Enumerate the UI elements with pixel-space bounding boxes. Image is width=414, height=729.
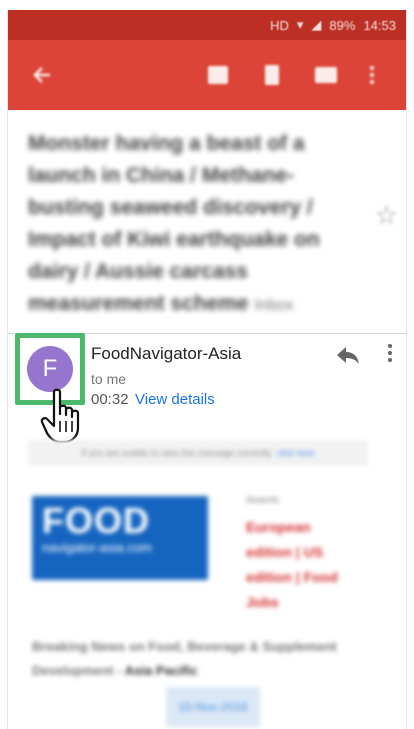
avatar[interactable]: F [27, 346, 73, 392]
subject-header: Monster having a beast of a launch in Ch… [8, 110, 406, 334]
delete-icon[interactable] [252, 55, 292, 95]
hand-pointer-icon [40, 388, 80, 444]
mail-icon[interactable] [306, 55, 346, 95]
status-bar: HD ▾ ◢ 89% 14:53 [8, 10, 406, 40]
awards-label: Awards [246, 495, 280, 506]
more-vert-icon[interactable] [352, 55, 392, 95]
edition-links[interactable]: European edition | US edition | Food Job… [246, 515, 356, 615]
toolbar [8, 40, 406, 110]
network-indicator: HD [270, 17, 289, 33]
recipient-label: to me [91, 371, 127, 387]
archive-icon[interactable] [198, 55, 238, 95]
battery-level: 89% [329, 17, 356, 33]
email-subject: Monster having a beast of a launch in Ch… [28, 132, 320, 315]
wifi-icon: ▾ [296, 17, 304, 32]
clock: 14:53 [363, 17, 396, 33]
foodnavigator-logo[interactable]: FOOD navigator-asia.com [32, 496, 208, 580]
reply-icon[interactable] [335, 344, 361, 366]
signal-icon: ◢ [311, 17, 322, 32]
star-icon[interactable]: ☆ [375, 200, 398, 231]
view-details-link[interactable]: View details [135, 391, 215, 408]
inbox-label: Inbox [254, 297, 294, 314]
newsletter-headline: Breaking News on Food, Beverage & Supple… [32, 639, 337, 678]
back-arrow-icon[interactable] [22, 55, 62, 95]
email-time: 00:32 [91, 391, 129, 408]
email-screen: HD ▾ ◢ 89% 14:53 Monster having a beast … [7, 10, 407, 729]
view-online-notice: If you are unable to view this message c… [28, 440, 368, 466]
sender-name: FoodNavigator-Asia [91, 344, 242, 363]
date-badge: 15-Nov-2016 [166, 687, 260, 727]
more-vert-icon[interactable] [388, 344, 392, 362]
click-here-link[interactable]: click here [277, 448, 315, 458]
